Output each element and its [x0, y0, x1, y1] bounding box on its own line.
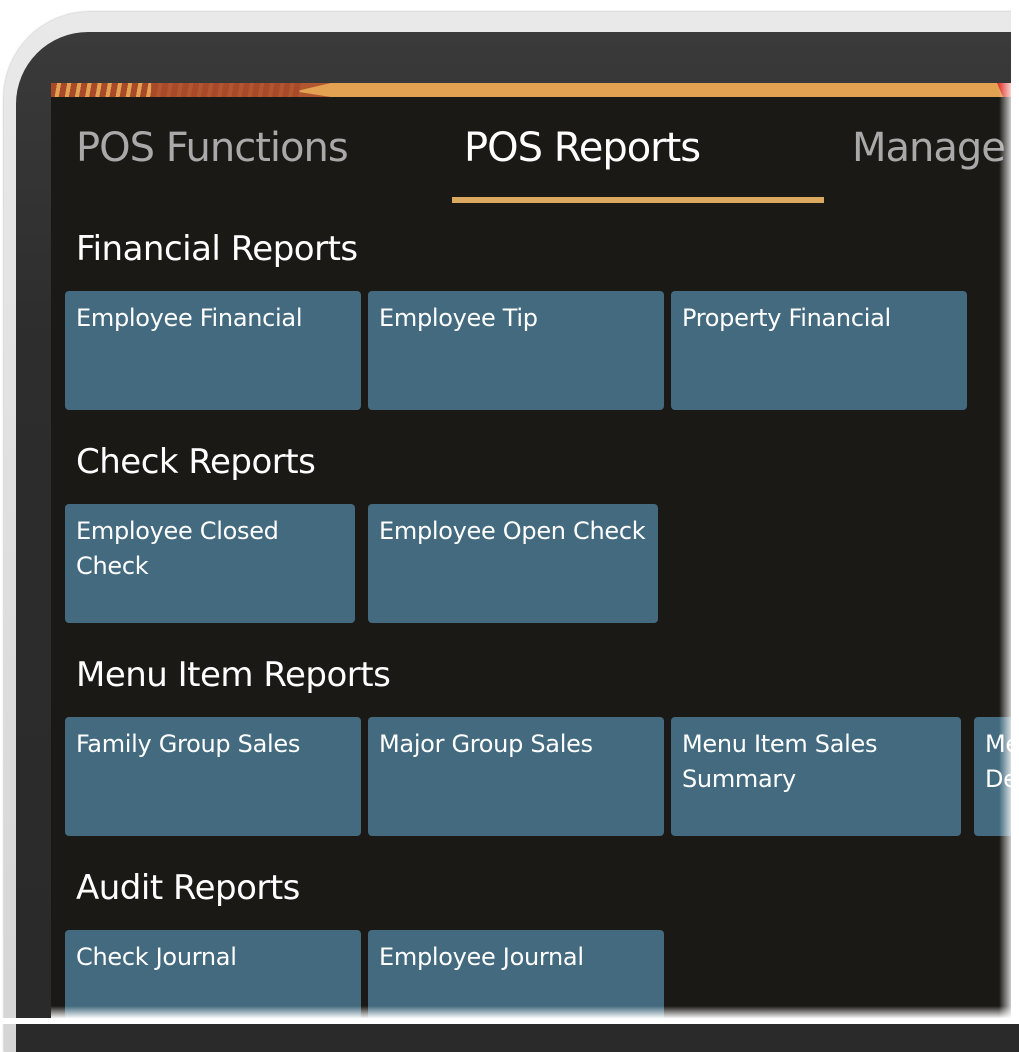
tile-employee-open-check[interactable]: Employee Open Check [368, 504, 658, 623]
tile-employee-financial[interactable]: Employee Financial [65, 291, 361, 410]
decorative-banner [51, 83, 1013, 97]
tile-employee-tip[interactable]: Employee Tip [368, 291, 664, 410]
tile-employee-journal[interactable]: Employee Journal [368, 930, 664, 1018]
tab-pos-functions[interactable]: POS Functions [76, 125, 349, 171]
tile-major-group-sales[interactable]: Major Group Sales [368, 717, 664, 836]
tab-manage[interactable]: Manage [852, 125, 1006, 171]
section-title-audit-reports: Audit Reports [76, 868, 300, 908]
tile-employee-closed-check[interactable]: Employee Closed Check [65, 504, 355, 623]
section-title-menu-item-reports: Menu Item Reports [76, 655, 391, 695]
tile-property-financial[interactable]: Property Financial [671, 291, 967, 410]
tile-family-group-sales[interactable]: Family Group Sales [65, 717, 361, 836]
section-title-check-reports: Check Reports [76, 442, 316, 482]
banner-red-accent [997, 83, 1013, 97]
tile-menu-item-sales-detail-partial[interactable]: Me De [974, 717, 1013, 836]
tile-menu-item-sales-summary[interactable]: Menu Item Sales Summary [671, 717, 961, 836]
tab-pos-reports[interactable]: POS Reports [464, 125, 701, 171]
banner-swirl [151, 83, 331, 97]
section-title-financial-reports: Financial Reports [76, 229, 358, 269]
tab-bar: POS Functions POS Reports Manage [51, 97, 1013, 207]
image-edge-bottom [0, 1018, 1019, 1024]
image-edge-right [1011, 0, 1019, 1024]
pos-screen: POS Functions POS Reports Manage Financi… [51, 83, 1013, 1018]
tile-check-journal[interactable]: Check Journal [65, 930, 361, 1018]
active-tab-indicator [452, 197, 824, 203]
